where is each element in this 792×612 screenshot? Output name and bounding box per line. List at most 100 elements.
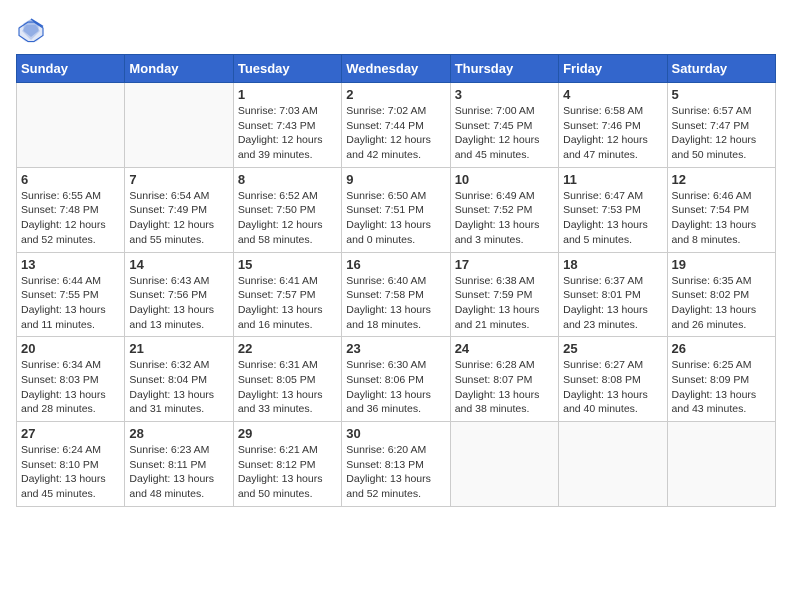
day-info: Sunrise: 6:58 AM Sunset: 7:46 PM Dayligh…	[563, 104, 662, 163]
day-number: 5	[672, 87, 771, 102]
week-row-0: 1 Sunrise: 7:03 AM Sunset: 7:43 PM Daylig…	[17, 83, 776, 168]
calendar-cell	[450, 422, 558, 507]
calendar-cell	[125, 83, 233, 168]
calendar-header-row: SundayMondayTuesdayWednesdayThursdayFrid…	[17, 55, 776, 83]
calendar-cell: 17 Sunrise: 6:38 AM Sunset: 7:59 PM Dayli…	[450, 252, 558, 337]
day-number: 9	[346, 172, 445, 187]
day-info: Sunrise: 6:32 AM Sunset: 8:04 PM Dayligh…	[129, 358, 228, 417]
day-info: Sunrise: 6:20 AM Sunset: 8:13 PM Dayligh…	[346, 443, 445, 502]
day-info: Sunrise: 6:40 AM Sunset: 7:58 PM Dayligh…	[346, 274, 445, 333]
day-info: Sunrise: 6:28 AM Sunset: 8:07 PM Dayligh…	[455, 358, 554, 417]
calendar-cell: 13Sunrise: 6:44 AM Sunset: 7:55 PM Dayli…	[17, 252, 125, 337]
calendar-cell: 1 Sunrise: 7:03 AM Sunset: 7:43 PM Daylig…	[233, 83, 341, 168]
day-number: 12	[672, 172, 771, 187]
calendar-cell	[667, 422, 775, 507]
calendar-cell: 30 Sunrise: 6:20 AM Sunset: 8:13 PM Dayli…	[342, 422, 450, 507]
calendar-cell	[17, 83, 125, 168]
day-number: 17	[455, 257, 554, 272]
day-number: 10	[455, 172, 554, 187]
day-number: 6	[21, 172, 120, 187]
day-info: Sunrise: 6:41 AM Sunset: 7:57 PM Dayligh…	[238, 274, 337, 333]
day-info: Sunrise: 7:02 AM Sunset: 7:44 PM Dayligh…	[346, 104, 445, 163]
calendar-cell: 21 Sunrise: 6:32 AM Sunset: 8:04 PM Dayli…	[125, 337, 233, 422]
day-number: 20	[21, 341, 120, 356]
day-info: Sunrise: 6:43 AM Sunset: 7:56 PM Dayligh…	[129, 274, 228, 333]
calendar-cell: 16 Sunrise: 6:40 AM Sunset: 7:58 PM Dayli…	[342, 252, 450, 337]
day-number: 16	[346, 257, 445, 272]
header-thursday: Thursday	[450, 55, 558, 83]
calendar-cell: 9 Sunrise: 6:50 AM Sunset: 7:51 PM Daylig…	[342, 167, 450, 252]
header	[16, 16, 776, 46]
calendar-cell: 28 Sunrise: 6:23 AM Sunset: 8:11 PM Dayli…	[125, 422, 233, 507]
day-info: Sunrise: 7:03 AM Sunset: 7:43 PM Dayligh…	[238, 104, 337, 163]
day-info: Sunrise: 6:55 AM Sunset: 7:48 PM Dayligh…	[21, 189, 120, 248]
calendar-cell: 23 Sunrise: 6:30 AM Sunset: 8:06 PM Dayli…	[342, 337, 450, 422]
calendar-cell: 6 Sunrise: 6:55 AM Sunset: 7:48 PM Daylig…	[17, 167, 125, 252]
day-number: 19	[672, 257, 771, 272]
calendar-cell: 22 Sunrise: 6:31 AM Sunset: 8:05 PM Dayli…	[233, 337, 341, 422]
day-info: Sunrise: 6:50 AM Sunset: 7:51 PM Dayligh…	[346, 189, 445, 248]
day-info: Sunrise: 6:31 AM Sunset: 8:05 PM Dayligh…	[238, 358, 337, 417]
day-info: Sunrise: 6:24 AM Sunset: 8:10 PM Dayligh…	[21, 443, 120, 502]
calendar-cell: 11 Sunrise: 6:47 AM Sunset: 7:53 PM Dayli…	[559, 167, 667, 252]
day-info: Sunrise: 6:38 AM Sunset: 7:59 PM Dayligh…	[455, 274, 554, 333]
header-monday: Monday	[125, 55, 233, 83]
day-number: 24	[455, 341, 554, 356]
day-info: Sunrise: 6:25 AM Sunset: 8:09 PM Dayligh…	[672, 358, 771, 417]
day-number: 3	[455, 87, 554, 102]
day-number: 30	[346, 426, 445, 441]
logo-icon	[16, 16, 46, 46]
day-info: Sunrise: 6:30 AM Sunset: 8:06 PM Dayligh…	[346, 358, 445, 417]
calendar-cell: 25 Sunrise: 6:27 AM Sunset: 8:08 PM Dayli…	[559, 337, 667, 422]
calendar-cell: 5Sunrise: 6:57 AM Sunset: 7:47 PM Daylig…	[667, 83, 775, 168]
week-row-3: 20 Sunrise: 6:34 AM Sunset: 8:03 PM Dayli…	[17, 337, 776, 422]
day-info: Sunrise: 6:37 AM Sunset: 8:01 PM Dayligh…	[563, 274, 662, 333]
calendar-table: SundayMondayTuesdayWednesdayThursdayFrid…	[16, 54, 776, 507]
calendar-cell: 20 Sunrise: 6:34 AM Sunset: 8:03 PM Dayli…	[17, 337, 125, 422]
calendar-cell: 29 Sunrise: 6:21 AM Sunset: 8:12 PM Dayli…	[233, 422, 341, 507]
header-saturday: Saturday	[667, 55, 775, 83]
day-number: 4	[563, 87, 662, 102]
day-info: Sunrise: 7:00 AM Sunset: 7:45 PM Dayligh…	[455, 104, 554, 163]
day-info: Sunrise: 6:21 AM Sunset: 8:12 PM Dayligh…	[238, 443, 337, 502]
week-row-2: 13Sunrise: 6:44 AM Sunset: 7:55 PM Dayli…	[17, 252, 776, 337]
day-info: Sunrise: 6:52 AM Sunset: 7:50 PM Dayligh…	[238, 189, 337, 248]
calendar-cell: 10Sunrise: 6:49 AM Sunset: 7:52 PM Dayli…	[450, 167, 558, 252]
day-info: Sunrise: 6:47 AM Sunset: 7:53 PM Dayligh…	[563, 189, 662, 248]
calendar-cell: 14 Sunrise: 6:43 AM Sunset: 7:56 PM Dayli…	[125, 252, 233, 337]
day-number: 21	[129, 341, 228, 356]
day-number: 15	[238, 257, 337, 272]
day-info: Sunrise: 6:23 AM Sunset: 8:11 PM Dayligh…	[129, 443, 228, 502]
day-number: 11	[563, 172, 662, 187]
day-number: 28	[129, 426, 228, 441]
day-number: 29	[238, 426, 337, 441]
day-info: Sunrise: 6:46 AM Sunset: 7:54 PM Dayligh…	[672, 189, 771, 248]
header-wednesday: Wednesday	[342, 55, 450, 83]
day-info: Sunrise: 6:27 AM Sunset: 8:08 PM Dayligh…	[563, 358, 662, 417]
day-number: 2	[346, 87, 445, 102]
calendar-cell	[559, 422, 667, 507]
day-number: 8	[238, 172, 337, 187]
day-number: 22	[238, 341, 337, 356]
calendar-cell: 4 Sunrise: 6:58 AM Sunset: 7:46 PM Daylig…	[559, 83, 667, 168]
calendar-cell: 12 Sunrise: 6:46 AM Sunset: 7:54 PM Dayli…	[667, 167, 775, 252]
day-number: 1	[238, 87, 337, 102]
day-number: 26	[672, 341, 771, 356]
week-row-4: 27 Sunrise: 6:24 AM Sunset: 8:10 PM Dayli…	[17, 422, 776, 507]
day-number: 23	[346, 341, 445, 356]
calendar-cell: 15 Sunrise: 6:41 AM Sunset: 7:57 PM Dayli…	[233, 252, 341, 337]
calendar-cell: 24 Sunrise: 6:28 AM Sunset: 8:07 PM Dayli…	[450, 337, 558, 422]
day-number: 25	[563, 341, 662, 356]
day-number: 14	[129, 257, 228, 272]
calendar-cell: 19Sunrise: 6:35 AM Sunset: 8:02 PM Dayli…	[667, 252, 775, 337]
day-number: 7	[129, 172, 228, 187]
header-friday: Friday	[559, 55, 667, 83]
week-row-1: 6 Sunrise: 6:55 AM Sunset: 7:48 PM Daylig…	[17, 167, 776, 252]
calendar-cell: 18 Sunrise: 6:37 AM Sunset: 8:01 PM Dayli…	[559, 252, 667, 337]
calendar-cell: 2 Sunrise: 7:02 AM Sunset: 7:44 PM Daylig…	[342, 83, 450, 168]
day-info: Sunrise: 6:34 AM Sunset: 8:03 PM Dayligh…	[21, 358, 120, 417]
day-number: 18	[563, 257, 662, 272]
day-number: 13	[21, 257, 120, 272]
day-info: Sunrise: 6:54 AM Sunset: 7:49 PM Dayligh…	[129, 189, 228, 248]
day-number: 27	[21, 426, 120, 441]
